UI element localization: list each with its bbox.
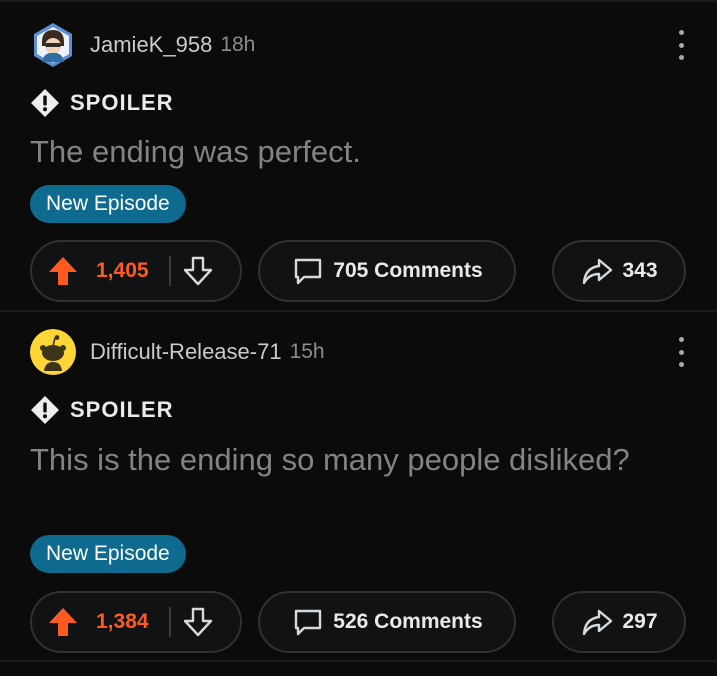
spoiler-label: SPOILER	[70, 397, 174, 422]
comments-count: 526 Comments	[333, 610, 483, 633]
post-username[interactable]: Difficult-Release-71	[90, 339, 282, 365]
post-age: 15h	[289, 340, 325, 363]
post-author-row: JamieK_958 18h	[30, 22, 255, 68]
comment-bubble-icon	[295, 609, 322, 636]
post-flair[interactable]: New Episode	[30, 185, 186, 223]
share-count: 297	[622, 610, 658, 633]
post-age: 18h	[220, 33, 256, 56]
vote-score: 1,405	[96, 259, 149, 282]
spoiler-warning-icon	[31, 89, 59, 117]
default-snoo-avatar-icon	[30, 329, 76, 375]
spoiler-label: SPOILER	[70, 90, 174, 115]
post-author-row: Difficult-Release-71 15h	[30, 329, 325, 375]
vote-score: 1,384	[96, 610, 149, 633]
share-arrow-icon	[583, 609, 613, 636]
spoiler-tag: SPOILER	[30, 395, 174, 425]
post-title[interactable]: This is the ending so many people dislik…	[30, 440, 670, 480]
vote-bar: 1,384	[30, 591, 242, 653]
post-flair[interactable]: New Episode	[30, 535, 186, 573]
post-card[interactable]: JamieK_958 18h SPOILER The ending was pe…	[0, 22, 717, 308]
share-arrow-icon	[583, 258, 613, 285]
spoiler-warning-icon	[31, 396, 59, 424]
vote-separator	[168, 607, 171, 637]
custom-avatar-icon	[34, 23, 72, 67]
spoiler-tag: SPOILER	[30, 88, 174, 118]
share-button[interactable]: 343	[552, 240, 686, 302]
comment-bubble-icon	[295, 258, 322, 285]
comments-button[interactable]: 526 Comments	[258, 591, 516, 653]
comments-count: 705 Comments	[333, 259, 483, 282]
vote-separator	[168, 256, 171, 286]
upvote-arrow-icon[interactable]	[46, 254, 80, 288]
user-avatar[interactable]	[30, 22, 76, 68]
post-feed: JamieK_958 18h SPOILER The ending was pe…	[0, 0, 717, 676]
feed-divider	[0, 0, 717, 2]
comments-button[interactable]: 705 Comments	[258, 240, 516, 302]
downvote-arrow-icon[interactable]	[181, 254, 215, 288]
post-title[interactable]: The ending was perfect.	[30, 132, 670, 172]
post-username[interactable]: JamieK_958	[90, 32, 212, 58]
share-button[interactable]: 297	[552, 591, 686, 653]
upvote-arrow-icon[interactable]	[46, 605, 80, 639]
share-count: 343	[622, 259, 658, 282]
user-avatar[interactable]	[30, 329, 76, 375]
vote-bar: 1,405	[30, 240, 242, 302]
post-divider	[0, 310, 717, 312]
more-options-icon[interactable]	[677, 30, 685, 60]
post-card[interactable]: Difficult-Release-71 15h SPOILER This is…	[0, 329, 717, 659]
downvote-arrow-icon[interactable]	[181, 605, 215, 639]
post-divider	[0, 660, 717, 662]
more-options-icon[interactable]	[677, 337, 685, 367]
